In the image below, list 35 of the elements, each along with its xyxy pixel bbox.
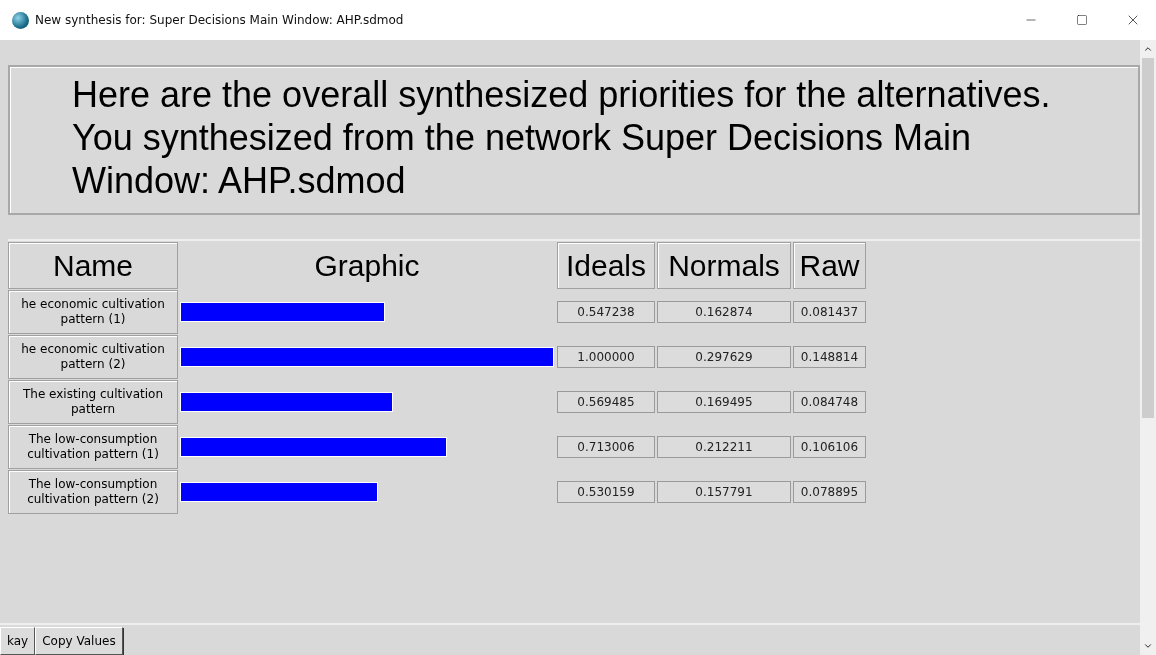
column-header: Name <box>8 242 178 289</box>
scrollbar-thumb[interactable] <box>1142 58 1154 418</box>
globe-icon <box>12 11 29 29</box>
raw-cell: 0.148814 <box>793 346 866 368</box>
normals-cell: 0.169495 <box>657 391 791 413</box>
okay-button[interactable]: kay <box>0 627 36 655</box>
scroll-up-icon[interactable] <box>1143 44 1153 54</box>
scroll-down-icon[interactable] <box>1143 641 1153 651</box>
window-title: New synthesis for: Super Decisions Main Window: AHP.sdmod <box>35 12 404 29</box>
name-cell: The low-consumption cultivation pattern (1) <box>8 425 178 469</box>
column-header: Ideals <box>557 242 655 289</box>
name-cell: he economic cultivation pattern (1) <box>8 290 178 334</box>
column-header: Normals <box>657 242 791 289</box>
ideals-cell: 0.713006 <box>557 436 655 458</box>
message-text: Here are the overall synthesized priorities for the alternatives. You synthesized from the network Super Decisions Main Window: AHP.sdmod <box>72 73 1052 202</box>
column-header: Graphic <box>313 248 421 284</box>
ideals-cell: 0.547238 <box>557 301 655 323</box>
name-cell: The existing cultivation pattern <box>8 380 178 424</box>
raw-cell: 0.106106 <box>793 436 866 458</box>
scrollbar[interactable] <box>1140 40 1156 655</box>
raw-cell: 0.084748 <box>793 391 866 413</box>
normals-cell: 0.297629 <box>657 346 791 368</box>
normals-cell: 0.212211 <box>657 436 791 458</box>
copy-values-button[interactable]: Copy Values <box>35 627 123 655</box>
column-header: Raw <box>793 242 866 289</box>
name-cell: The low-consumption cultivation pattern (2) <box>8 470 178 514</box>
raw-cell: 0.078895 <box>793 481 866 503</box>
maximize-icon <box>1076 14 1088 26</box>
ideals-cell: 0.530159 <box>557 481 655 503</box>
name-cell: he economic cultivation pattern (2) <box>8 335 178 379</box>
normals-cell: 0.157791 <box>657 481 791 503</box>
ideals-cell: 1.000000 <box>557 346 655 368</box>
normals-cell: 0.162874 <box>657 301 791 323</box>
ideals-cell: 0.569485 <box>557 391 655 413</box>
raw-cell: 0.081437 <box>793 301 866 323</box>
